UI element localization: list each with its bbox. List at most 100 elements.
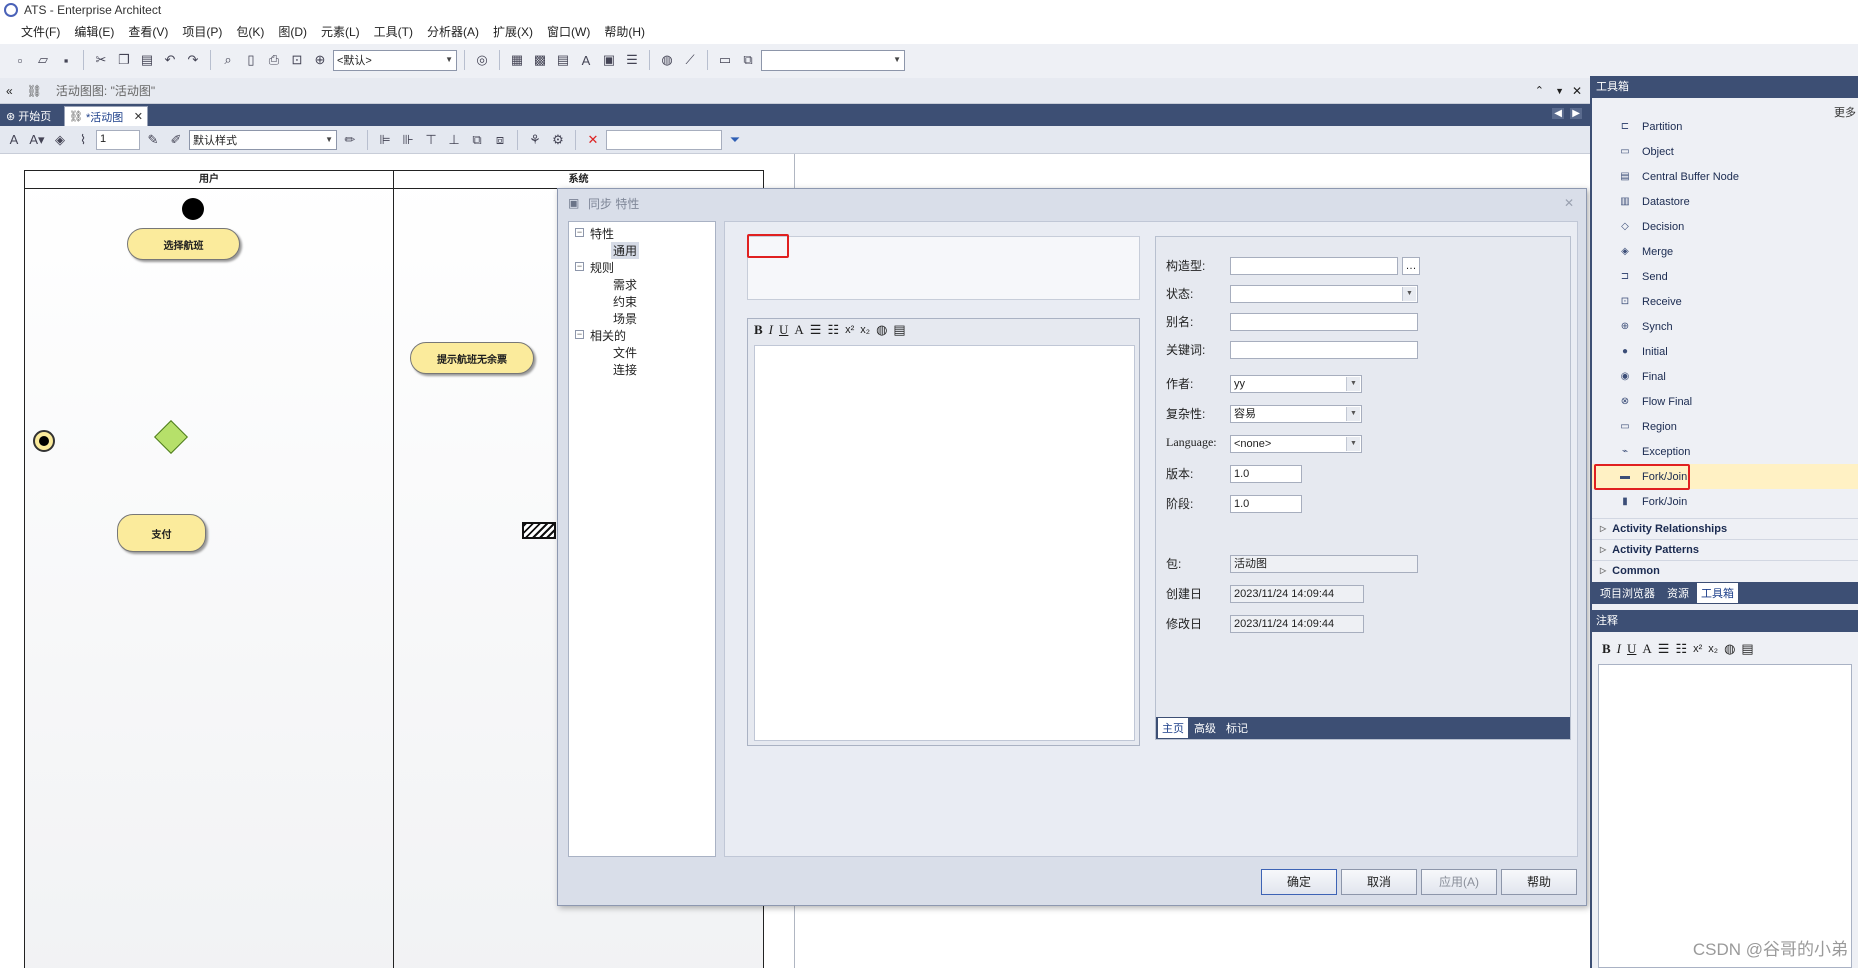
undo-icon[interactable]: ↶ (160, 50, 180, 70)
tool-object[interactable]: ▭ Object (1592, 139, 1858, 164)
pool-user[interactable]: 用户 (24, 170, 394, 968)
menu-window[interactable]: 窗口(W) (540, 20, 597, 44)
keywords-field[interactable] (1230, 341, 1418, 359)
tool-central-buffer-node[interactable]: ▤ Central Buffer Node (1592, 164, 1858, 189)
ok-button[interactable]: 确定 (1261, 869, 1337, 895)
filter-icon[interactable]: ⏷ (725, 130, 745, 150)
stereotype-field[interactable] (1230, 257, 1398, 275)
name-field[interactable] (747, 236, 1140, 300)
tree-item-rules[interactable]: 规则 (590, 259, 614, 276)
tab-advanced[interactable]: 高级 (1190, 718, 1220, 738)
preview-icon[interactable]: ⊡ (287, 50, 307, 70)
same-size-icon[interactable]: ⧉ (467, 130, 487, 150)
tool-exception[interactable]: ⌁ Exception (1592, 439, 1858, 464)
collapse-icon[interactable]: − (575, 262, 584, 271)
tool-region[interactable]: ▭ Region (1592, 414, 1858, 439)
close-tab-icon[interactable]: ✕ (134, 110, 143, 123)
subscript-icon[interactable]: x₂ (860, 324, 870, 336)
stereotype-browse-button[interactable]: … (1402, 257, 1420, 275)
format-style-combo[interactable]: 默认样式 ▼ (189, 129, 337, 150)
alias-field[interactable] (1230, 313, 1418, 331)
pipette-icon[interactable]: ✐ (166, 130, 186, 150)
align-top-icon[interactable]: ⊤ (421, 130, 441, 150)
collapse-left-icon[interactable]: « (6, 84, 13, 98)
bold-icon[interactable]: B (1602, 641, 1611, 657)
target-icon[interactable]: ◎ (472, 50, 492, 70)
print-icon[interactable]: ⎙ (264, 50, 284, 70)
layout-icon[interactable]: ⧉ (738, 50, 758, 70)
layout-tree-icon[interactable]: ⚘ (525, 130, 545, 150)
tool-receive[interactable]: ⊡ Receive (1592, 289, 1858, 314)
tool-flow-final[interactable]: ⊗ Flow Final (1592, 389, 1858, 414)
align-bottom-icon[interactable]: ⊥ (444, 130, 464, 150)
highlight-icon[interactable]: ✏ (340, 130, 360, 150)
font-color-icon[interactable]: A (1642, 641, 1651, 657)
group-activity-patterns[interactable]: ▷ Activity Patterns (1592, 539, 1858, 559)
tool-datastore[interactable]: ▥ Datastore (1592, 189, 1858, 214)
chevron-up-icon[interactable]: ⌃ (1535, 84, 1544, 97)
document-icon[interactable]: ▤ (893, 322, 905, 338)
bullet-list-icon[interactable]: ☰ (810, 322, 822, 338)
bullet-list-icon[interactable]: ☰ (1658, 641, 1670, 657)
table-icon[interactable]: ▦ (507, 50, 527, 70)
fill-color-icon[interactable]: ◈ (50, 130, 70, 150)
line-color-icon[interactable]: ⌇ (73, 130, 93, 150)
complexity-select[interactable]: 容易 ▼ (1230, 405, 1362, 423)
tool-fork-join-vertical[interactable]: ▮ Fork/Join (1592, 489, 1858, 514)
open-icon[interactable]: ▱ (33, 50, 53, 70)
superscript-icon[interactable]: x² (1693, 643, 1702, 655)
language-select[interactable]: <none> ▼ (1230, 435, 1362, 453)
tab-project-browser[interactable]: 项目浏览器 (1596, 583, 1659, 603)
menu-package[interactable]: 包(K) (229, 20, 271, 44)
properties-icon[interactable]: ⚙ (548, 130, 568, 150)
status-select[interactable]: ▼ (1230, 285, 1418, 303)
menu-diagram[interactable]: 图(D) (271, 20, 314, 44)
list-icon[interactable]: ☰ (622, 50, 642, 70)
window-icon[interactable]: ▭ (715, 50, 735, 70)
notes-textarea[interactable] (754, 345, 1135, 741)
tree-item-links[interactable]: 连接 (613, 361, 637, 378)
font-color-icon[interactable]: A (794, 322, 803, 338)
style-combo[interactable]: <默认> ▼ (333, 49, 457, 71)
superscript-icon[interactable]: x² (845, 324, 854, 336)
collapse-icon[interactable]: − (575, 330, 584, 339)
font-color-icon[interactable]: A▾ (27, 130, 47, 150)
numbered-list-icon[interactable]: ☷ (827, 322, 839, 338)
tool-initial[interactable]: ● Initial (1592, 339, 1858, 364)
tree-item-related[interactable]: 相关的 (590, 327, 626, 344)
menu-file[interactable]: 文件(F) (14, 20, 67, 44)
tool-synch[interactable]: ⊕ Synch (1592, 314, 1858, 339)
hyperlink-icon[interactable]: ◍ (876, 322, 887, 338)
delete-icon[interactable]: ✕ (583, 130, 603, 150)
save-icon[interactable]: ▪ (56, 50, 76, 70)
align-left-icon[interactable]: ⊫ (375, 130, 395, 150)
copy-icon[interactable]: ❐ (114, 50, 134, 70)
tree-item-requirements[interactable]: 需求 (613, 276, 637, 293)
line-tool-icon[interactable]: ⟋ (680, 50, 700, 70)
subscript-icon[interactable]: x₂ (1708, 643, 1718, 655)
tab-resources[interactable]: 资源 (1663, 583, 1693, 603)
action-select-flight[interactable]: 选择航班 (127, 228, 240, 260)
version-field[interactable]: 1.0 (1230, 465, 1302, 483)
tool-partition[interactable]: ⊏ Partition (1592, 114, 1858, 139)
grid-icon[interactable]: ▩ (530, 50, 550, 70)
redo-icon[interactable]: ↷ (183, 50, 203, 70)
initial-node[interactable] (182, 198, 204, 220)
fork-join-bar[interactable] (522, 522, 556, 539)
menu-tools[interactable]: 工具(T) (367, 20, 420, 44)
tree-item-constraints[interactable]: 约束 (613, 293, 637, 310)
scroll-right-icon[interactable]: ▶ (1570, 108, 1582, 119)
scroll-left-icon[interactable]: ◀ (1552, 108, 1564, 119)
apply-button[interactable]: 应用(A) (1421, 869, 1497, 895)
font-icon[interactable]: A (4, 130, 24, 150)
menu-view[interactable]: 查看(V) (121, 20, 175, 44)
chevron-down-icon[interactable]: ▼ (1555, 86, 1564, 96)
tree-item-general[interactable]: 通用 (611, 242, 640, 259)
document-icon[interactable]: ▤ (1741, 641, 1753, 657)
group-activity-relationships[interactable]: ▷ Activity Relationships (1592, 518, 1858, 538)
close-icon[interactable]: ✕ (1564, 196, 1574, 210)
tool-send[interactable]: ⊐ Send (1592, 264, 1858, 289)
find-icon[interactable]: ⌕ (218, 50, 238, 70)
numbered-list-icon[interactable]: ☷ (1675, 641, 1687, 657)
tree-item-files[interactable]: 文件 (613, 344, 637, 361)
